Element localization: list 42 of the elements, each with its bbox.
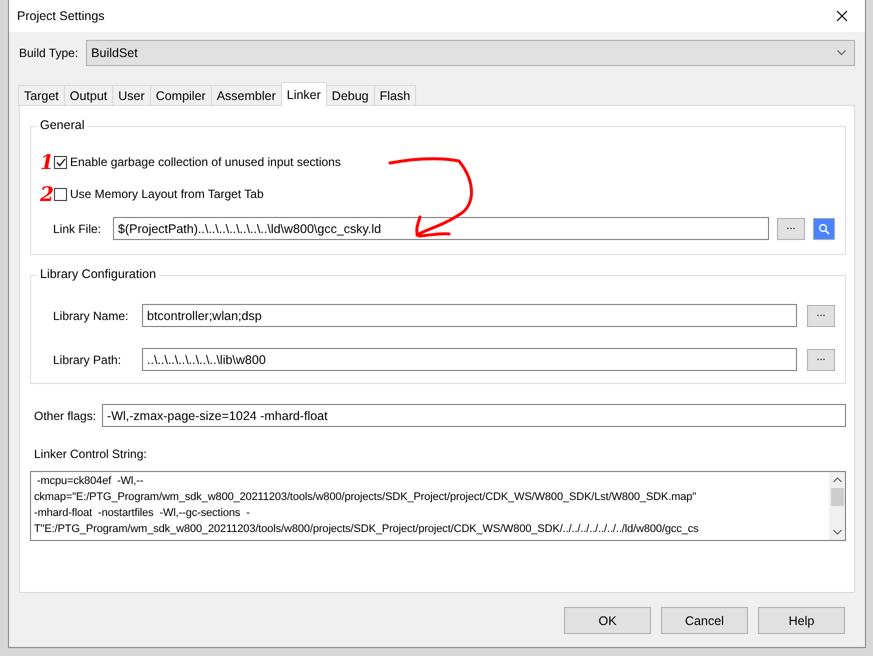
- field-label: Linker Control String:: [34, 447, 148, 461]
- build-type-dropdown[interactable]: BuildSet: [86, 40, 855, 66]
- checkbox[interactable]: [54, 188, 67, 200]
- other-flags-field[interactable]: -Wl,-zmax-page-size=1024 -mhard-float: [102, 404, 846, 427]
- checkbox-label: Enable garbage collection of unused input sections: [70, 155, 341, 169]
- scroll-thumb[interactable]: [830, 488, 844, 506]
- chevron-up-icon: [832, 477, 842, 483]
- browse-button[interactable]: ...: [807, 304, 835, 326]
- scrollbar[interactable]: [829, 472, 845, 540]
- tab[interactable]: Compiler: [150, 85, 212, 106]
- dialog-button[interactable]: Cancel: [661, 607, 748, 634]
- tab[interactable]: Output: [64, 85, 114, 106]
- control-string-text: -mcpu=ck804ef -Wl,-- ckmap="E:/PTG_Program/wm_sdk_w800_20211203/tools/w800/projects/SDK_Project/project/CDK_WS/W800_SDK/Lst/W800_SDK.map" -mhard-float -nostartfiles -Wl,--gc-sections - T"E:/PTG_Program/wm_sdk_w800_20211203/tools/w800/projects/SDK_Project/project/CDK_WS/W800_SDK/../../../../../../../ld/w800/gcc_cs: [33, 474, 700, 537]
- group-title: General: [37, 118, 88, 132]
- browse-button[interactable]: ...: [807, 348, 835, 370]
- dialog-button[interactable]: Help: [758, 607, 845, 634]
- annotation-mark: 1: [40, 150, 54, 174]
- field-label: Link File:: [53, 222, 102, 236]
- tab[interactable]: Linker: [280, 82, 327, 106]
- tab[interactable]: Flash: [374, 85, 416, 106]
- chevron-down-icon: [837, 50, 846, 56]
- library-field[interactable]: btcontroller;wlan;dsp: [142, 304, 797, 327]
- library-field[interactable]: ..\..\..\..\..\..\..\lib\w800: [142, 348, 797, 371]
- browse-button[interactable]: ...: [777, 218, 805, 240]
- chevron-down-icon: [832, 529, 842, 535]
- field-label: Other flags:: [34, 408, 96, 422]
- control-string-box[interactable]: [30, 471, 846, 541]
- tab[interactable]: Debug: [326, 85, 375, 106]
- close-icon: [836, 10, 848, 22]
- field-label: Library Path:: [53, 352, 122, 366]
- dialog-button[interactable]: OK: [564, 607, 651, 634]
- annotation-mark: 2: [40, 182, 54, 206]
- group-title: Library Configuration: [37, 267, 160, 281]
- window-title: Project Settings: [17, 9, 105, 23]
- search-button[interactable]: [813, 218, 835, 240]
- tab[interactable]: Target: [18, 85, 65, 106]
- field-label: Build Type:: [19, 46, 78, 60]
- checkbox-label: Use Memory Layout from Target Tab: [70, 187, 264, 201]
- checkbox[interactable]: [54, 156, 67, 168]
- field-label: Library Name:: [53, 308, 130, 322]
- search-icon: [818, 222, 830, 234]
- link-file-field[interactable]: $(ProjectPath)..\..\..\..\..\..\..\ld\w800\gcc_csky.ld: [113, 217, 769, 240]
